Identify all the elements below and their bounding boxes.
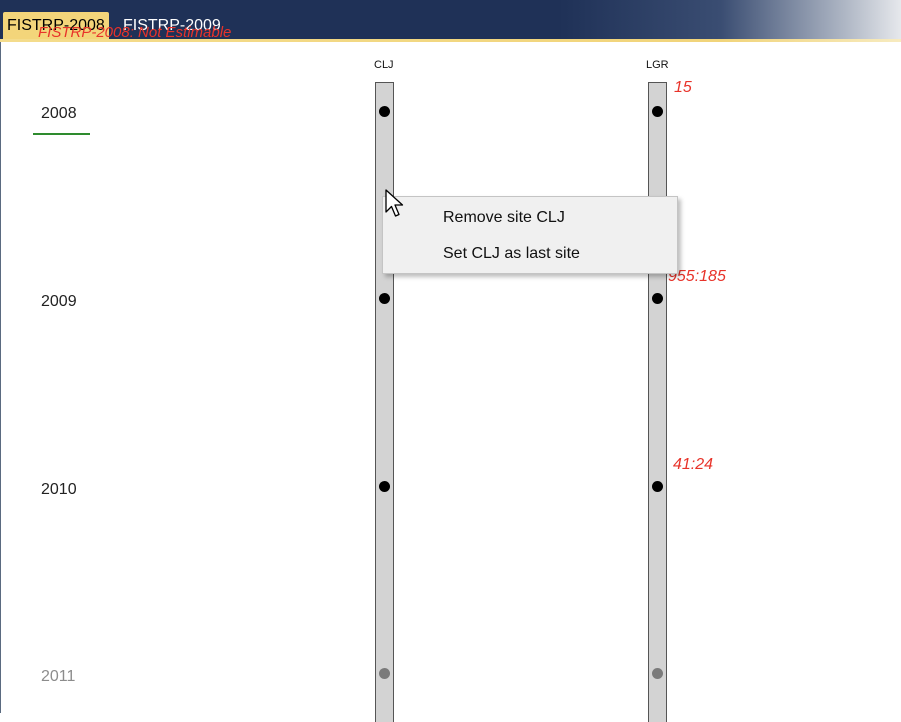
detection-dot[interactable] — [652, 293, 663, 304]
year-selection-underline — [33, 133, 90, 135]
menu-item-remove-site[interactable]: Remove site CLJ — [443, 207, 565, 229]
detection-dot[interactable] — [379, 106, 390, 117]
mouse-pointer-icon — [385, 189, 404, 217]
window-frame-edge — [0, 0, 1, 713]
year-label-2009[interactable]: 2009 — [41, 293, 77, 311]
status-banner-text: FISTRP-2008: Not Estimable — [38, 24, 232, 38]
site-track-lgr[interactable] — [648, 82, 667, 722]
detection-dot[interactable] — [652, 481, 663, 492]
year-label-2011[interactable]: 2011 — [41, 668, 75, 686]
site-label-lgr: LGR — [646, 59, 669, 71]
year-label-2008[interactable]: 2008 — [41, 105, 77, 123]
year-label-2010[interactable]: 2010 — [41, 481, 77, 499]
menu-item-set-last-site[interactable]: Set CLJ as last site — [443, 243, 580, 265]
count-label-2010: 41:24 — [673, 456, 714, 473]
count-label-2008: 15 — [674, 79, 692, 96]
context-menu: Remove site CLJ Set CLJ as last site — [382, 196, 678, 274]
detection-dot[interactable] — [652, 668, 663, 679]
detection-dot[interactable] — [379, 293, 390, 304]
site-track-clj[interactable] — [375, 82, 394, 722]
detection-dot[interactable] — [379, 481, 390, 492]
site-label-clj: CLJ — [374, 59, 394, 71]
detection-dot[interactable] — [652, 106, 663, 117]
detection-dot[interactable] — [379, 668, 390, 679]
status-banner: FISTRP-2008: Not Estimable — [38, 22, 298, 38]
